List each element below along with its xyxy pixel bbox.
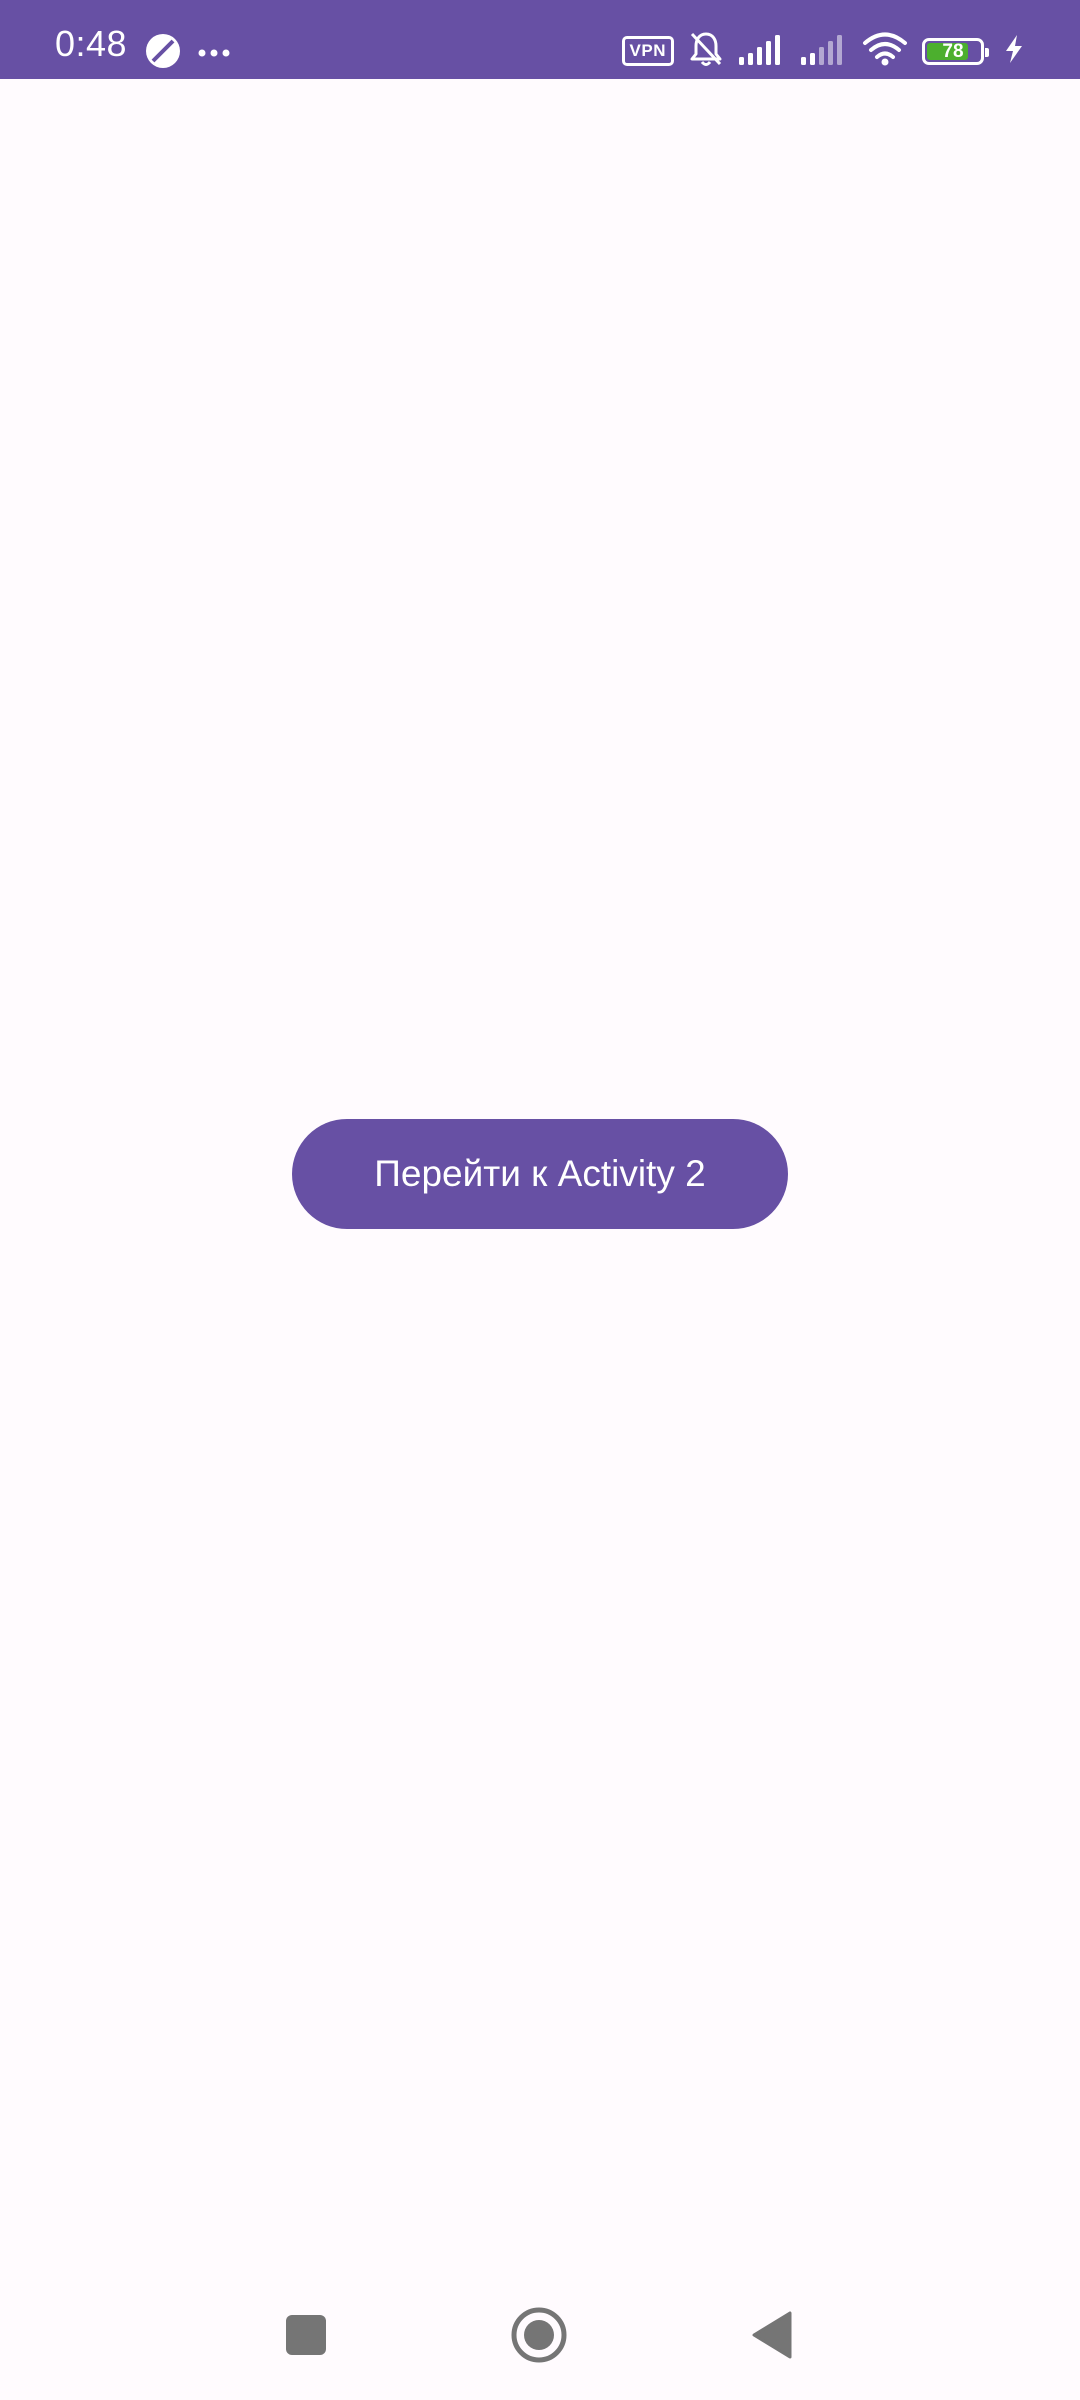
home-button[interactable] — [507, 2305, 571, 2369]
home-circle-icon — [510, 2306, 568, 2369]
wifi-icon — [862, 32, 908, 71]
back-button[interactable] — [740, 2305, 804, 2369]
status-app-icon — [145, 33, 181, 74]
status-right-icons: VPN 78 — [621, 32, 1024, 71]
go-to-activity-2-button[interactable]: Перейти к Activity 2 — [292, 1119, 788, 1229]
signal-icon — [738, 33, 786, 70]
signal-icon-secondary — [800, 33, 848, 70]
battery-tip — [985, 47, 989, 57]
status-bar: 0:48 VPN 78 — [0, 0, 1080, 79]
status-time: 0:48 — [55, 23, 128, 64]
status-left-icons — [145, 33, 231, 74]
battery-icon: 78 — [922, 37, 989, 65]
more-dots-icon — [197, 45, 231, 63]
bell-muted-icon — [688, 30, 724, 73]
screen: 0:48 VPN 78 Перейти к Activity 2 — [0, 0, 1080, 2400]
charging-icon — [1004, 34, 1024, 69]
recents-button[interactable] — [274, 2305, 338, 2369]
recents-square-icon — [285, 2314, 327, 2361]
vpn-icon: VPN — [621, 36, 674, 66]
battery-level: 78 — [942, 40, 964, 62]
back-triangle-icon — [750, 2310, 794, 2365]
